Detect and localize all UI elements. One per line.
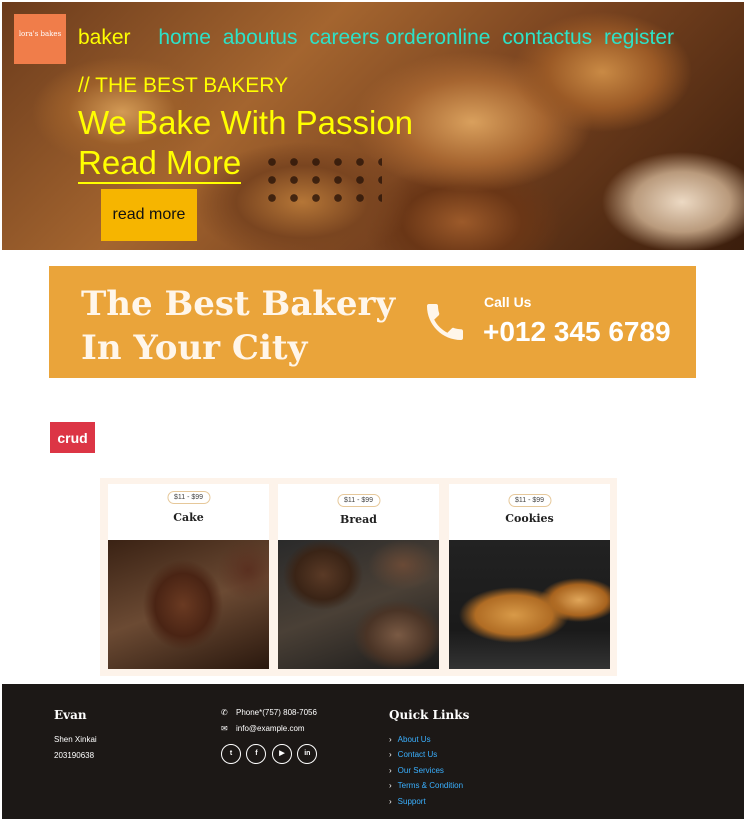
quick-link-label: Support bbox=[397, 797, 426, 806]
logo-text: lora's bakes bbox=[18, 30, 62, 38]
facebook-icon[interactable]: f bbox=[246, 744, 267, 764]
chevron-right-icon: › bbox=[389, 781, 392, 790]
footer: Evan Shen Xinkai 203190638 ✆ Phone*(757) … bbox=[2, 684, 744, 819]
footer-email: ✉ info@example.com bbox=[221, 724, 305, 733]
chevron-right-icon: › bbox=[389, 735, 392, 744]
read-more-button[interactable]: read more bbox=[101, 189, 197, 241]
footer-line-1: Shen Xinkai bbox=[54, 735, 97, 744]
crud-button[interactable]: crud bbox=[50, 422, 95, 453]
call-banner: The Best Bakery In Your City Call Us +01… bbox=[49, 266, 696, 378]
read-more-link[interactable]: Read More bbox=[78, 144, 242, 184]
quick-link-terms[interactable]: › Terms & Condition bbox=[389, 781, 463, 790]
nav-aboutus[interactable]: aboutus bbox=[223, 26, 298, 49]
quick-link-support[interactable]: › Support bbox=[389, 797, 426, 806]
banner-title: The Best Bakery In Your City bbox=[81, 284, 396, 368]
footer-name: Evan bbox=[54, 708, 87, 722]
hero-bread-texture bbox=[262, 152, 382, 212]
nav-home[interactable]: home bbox=[158, 26, 211, 49]
quick-link-label: Terms & Condition bbox=[397, 781, 464, 790]
price-badge: $11 - $99 bbox=[166, 491, 211, 504]
chevron-right-icon: › bbox=[389, 750, 392, 759]
footer-line-2: 203190638 bbox=[54, 751, 95, 760]
youtube-icon[interactable]: ▶ bbox=[271, 744, 292, 764]
product-grid: $11 - $99 Cake $11 - $99 Bread $11 - $99… bbox=[100, 478, 617, 676]
quick-link-services[interactable]: › Our Services bbox=[389, 766, 444, 775]
call-number[interactable]: +012 345 6789 bbox=[483, 316, 671, 348]
call-us-label: Call Us bbox=[484, 294, 532, 310]
product-name: Cake bbox=[173, 511, 204, 524]
cake-photo bbox=[108, 540, 269, 669]
product-name: Bread bbox=[340, 513, 377, 526]
quick-link-about[interactable]: › About Us bbox=[389, 735, 431, 744]
footer-email-text[interactable]: info@example.com bbox=[236, 724, 305, 733]
brand-name[interactable]: baker bbox=[78, 26, 131, 49]
hero-subtitle: // THE BEST BAKERY bbox=[78, 74, 289, 97]
product-card-bread[interactable]: $11 - $99 Bread bbox=[278, 484, 439, 669]
quick-links-title: Quick Links bbox=[389, 708, 470, 722]
quick-link-label: Contact Us bbox=[397, 750, 438, 759]
envelope-icon: ✉ bbox=[221, 724, 228, 733]
cookies-photo bbox=[449, 540, 610, 669]
phone-icon: ✆ bbox=[221, 708, 228, 717]
product-name: Cookies bbox=[505, 512, 554, 525]
quick-link-label: About Us bbox=[397, 735, 431, 744]
bread-photo bbox=[278, 540, 439, 669]
price-badge: $11 - $99 bbox=[336, 494, 381, 507]
price-badge: $11 - $99 bbox=[507, 494, 552, 507]
nav-contactus[interactable]: contactus bbox=[502, 26, 592, 49]
nav-careers[interactable]: careers bbox=[309, 26, 379, 49]
phone-icon bbox=[427, 304, 463, 340]
chevron-right-icon: › bbox=[389, 797, 392, 806]
footer-phone: ✆ Phone*(757) 808-7056 bbox=[221, 708, 317, 717]
hero-title: We Bake With Passion bbox=[78, 104, 414, 141]
social-links: t f ▶ in bbox=[221, 742, 318, 764]
footer-phone-text: Phone*(757) 808-7056 bbox=[236, 708, 317, 717]
product-card-cake[interactable]: $11 - $99 Cake bbox=[108, 484, 269, 669]
quick-link-label: Our Services bbox=[397, 766, 444, 775]
logo[interactable]: lora's bakes bbox=[14, 14, 66, 64]
twitter-icon[interactable]: t bbox=[221, 744, 241, 764]
nav-orderonline[interactable]: orderonline bbox=[385, 26, 490, 49]
nav-register[interactable]: register bbox=[604, 26, 674, 49]
product-card-cookies[interactable]: $11 - $99 Cookies bbox=[449, 484, 610, 669]
linkedin-icon[interactable]: in bbox=[297, 744, 318, 764]
chevron-right-icon: › bbox=[389, 766, 392, 775]
main-nav: baker home aboutus careers orderonline co… bbox=[78, 26, 680, 50]
quick-link-contact[interactable]: › Contact Us bbox=[389, 750, 437, 759]
